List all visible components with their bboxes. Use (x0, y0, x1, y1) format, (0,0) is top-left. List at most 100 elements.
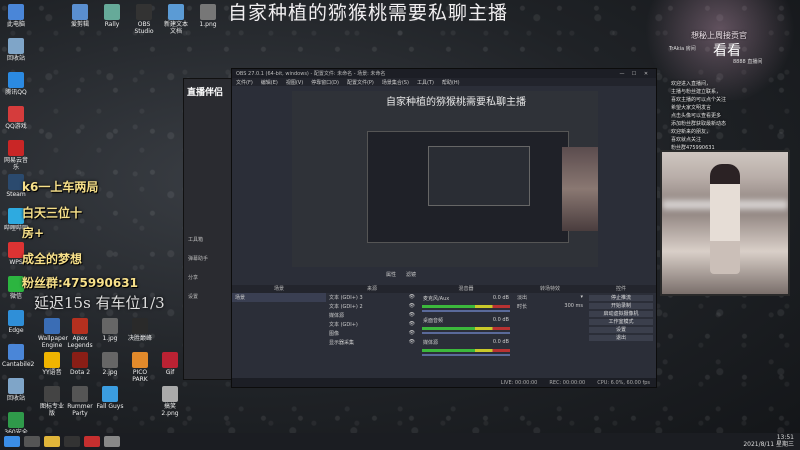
live-app-item[interactable]: 弹幕助手 (184, 253, 232, 264)
desktop-icon[interactable]: YY语音 (38, 352, 66, 376)
desktop-icon[interactable]: PICO PARK (126, 352, 154, 383)
system-tray-clock[interactable]: 13:51 2021/8/11 星期三 (743, 434, 794, 448)
source-item[interactable]: 显示器采集 👁 (326, 338, 418, 347)
taskbar-obs-icon[interactable] (64, 436, 80, 447)
taskbar[interactable]: 13:51 2021/8/11 星期三 (0, 433, 800, 450)
eye-icon[interactable]: 👁 (409, 312, 415, 319)
desktop-icon[interactable]: 新建文本文档 (162, 4, 190, 35)
mixer-dock[interactable]: 麦克风/Aux 0.0 dB 桌面音频 0.0 dB 媒体源 0.0 dB (418, 293, 515, 373)
desktop-icon[interactable]: Fall Guys (96, 386, 124, 410)
live-app-item[interactable]: 工具箱 (184, 234, 232, 245)
desktop-icon[interactable]: 回收站 (2, 378, 30, 402)
window-controls[interactable]: — ☐ ✕ (616, 71, 652, 77)
control-button[interactable]: 退出 (589, 335, 653, 341)
properties-button[interactable]: 属性 (386, 271, 396, 278)
desktop-icon[interactable]: Dota 2 (66, 352, 94, 376)
desktop-icon[interactable]: 网易云音乐 (2, 140, 30, 171)
volume-slider[interactable] (422, 310, 510, 312)
controls-dock[interactable]: 停止推流开始录制启动虚拟摄像机 工作室模式设置退出 (586, 293, 656, 373)
app-icon (72, 318, 88, 334)
source-item[interactable]: 图像 👁 (326, 329, 418, 338)
transitions-dock[interactable]: 淡出 ▾ 时长 300 ms (514, 293, 587, 373)
obs-menu-item[interactable]: 工具(T) (417, 79, 434, 86)
desktop-icon[interactable]: Apex Legends (66, 318, 94, 349)
eye-icon[interactable]: 👁 (409, 303, 415, 310)
live-app-item[interactable]: 设置 (184, 291, 232, 302)
control-button[interactable]: 启动虚拟摄像机 (589, 311, 653, 317)
desktop-icon[interactable]: QQ游戏 (2, 106, 30, 130)
taskbar-live-icon[interactable] (84, 436, 100, 447)
app-icon (8, 344, 24, 360)
desktop-icon[interactable]: 腾讯QQ (2, 72, 30, 96)
desktop-icon[interactable]: 此电脑 (2, 4, 30, 28)
source-item[interactable]: 媒体源 👁 (326, 311, 418, 320)
close-icon[interactable]: ✕ (640, 71, 652, 77)
transition-type[interactable]: 淡出 ▾ (514, 293, 586, 302)
desktop-icon[interactable]: 搞笑2.png (156, 386, 184, 417)
control-button[interactable]: 停止推流 (589, 295, 653, 301)
desktop-icon[interactable]: Cantabile2 (2, 344, 34, 368)
desktop-icon[interactable]: OBS Studio (130, 4, 158, 35)
obs-window[interactable]: OBS 27.0.1 (64-bit, windows) - 配置文件: 未命名… (231, 68, 657, 388)
volume-slider[interactable] (422, 354, 510, 356)
desktop-icon[interactable]: Rally (98, 4, 126, 28)
desktop-icon[interactable]: 回收站 (2, 38, 30, 62)
desktop-icon-label: QQ游戏 (5, 123, 27, 130)
desktop-icon[interactable]: 爱剪辑 (66, 4, 94, 28)
desktop-icon-label: Rally (104, 21, 120, 28)
source-item[interactable]: 文本 (GDI+) 3 👁 (326, 293, 418, 302)
live-companion-window[interactable]: 直播伴侣 工具箱 弹幕助手 分享 设置 (183, 78, 233, 380)
live-app-item[interactable]: 分享 (184, 272, 232, 283)
control-button[interactable]: 设置 (589, 327, 653, 333)
desktop-icon[interactable]: 1.jpg (96, 318, 124, 342)
obs-menu-item[interactable]: 配置文件(P) (347, 79, 374, 86)
eye-icon[interactable]: 👁 (409, 339, 415, 346)
obs-menu-item[interactable]: 场景集合(S) (382, 79, 409, 86)
app-icon (44, 386, 60, 402)
eye-icon[interactable]: 👁 (409, 321, 415, 328)
desktop-icon[interactable]: Wallpaper Engine (38, 318, 68, 349)
taskbar-start-icon[interactable] (4, 436, 20, 447)
desktop-icon[interactable]: 图标专业版 (38, 386, 66, 417)
desktop-icon[interactable]: 决胜巅峰 (126, 318, 154, 342)
mixer-channel-name: 麦克风/Aux (423, 296, 450, 302)
source-label: 文本 (GDI+) (329, 322, 358, 328)
mixer-channel[interactable]: 麦克风/Aux 0.0 dB (418, 293, 514, 315)
obs-menubar[interactable]: 文件(F) 编辑(E) 视图(V) 停靠窗口(D) 配置文件(P) 场景集合(S) 工具(T… (232, 78, 656, 86)
obs-menu-item[interactable]: 编辑(E) (261, 79, 278, 86)
mixer-channel[interactable]: 桌面音频 0.0 dB (418, 315, 514, 337)
desktop-icon-label: Gif (165, 369, 175, 376)
preview-toolbar[interactable]: 属性 滤镜 (292, 269, 692, 279)
obs-menu-item[interactable]: 停靠窗口(D) (311, 79, 339, 86)
taskbar-explorer-icon[interactable] (44, 436, 60, 447)
filters-button[interactable]: 滤镜 (406, 271, 416, 278)
minimize-icon[interactable]: — (616, 71, 628, 77)
transition-duration[interactable]: 时长 300 ms (514, 302, 586, 311)
chat-line: 添加粉丝群获取最新动态 (671, 121, 727, 127)
obs-preview[interactable]: 自家种植的猕猴桃需要私聊主播 (292, 91, 598, 267)
desktop-icon[interactable]: Rummer Party (66, 386, 94, 417)
desktop-icon[interactable]: 2.jpg (96, 352, 124, 376)
scenes-dock[interactable]: 场景 (232, 293, 327, 373)
taskbar-search-icon[interactable] (24, 436, 40, 447)
sources-dock[interactable]: 文本 (GDI+) 3 👁 文本 (GDI+) 2 👁 媒体源 👁 文本 (GDI+) 👁 图像… (326, 293, 419, 373)
desktop-icon[interactable]: Gif (156, 352, 184, 376)
obs-titlebar[interactable]: OBS 27.0.1 (64-bit, windows) - 配置文件: 未命名… (232, 69, 656, 78)
transitions-header: 转场特效 (539, 286, 560, 292)
volume-slider[interactable] (422, 332, 510, 334)
scene-item[interactable]: 场景 (232, 293, 326, 302)
source-item[interactable]: 文本 (GDI+) 2 👁 (326, 302, 418, 311)
maximize-icon[interactable]: ☐ (628, 71, 640, 77)
desktop-icon[interactable]: 1.png (194, 4, 222, 28)
desktop-icon[interactable]: Edge (2, 310, 30, 334)
eye-icon[interactable]: 👁 (409, 330, 415, 337)
taskbar-chrome-icon[interactable] (104, 436, 120, 447)
obs-menu-item[interactable]: 文件(F) (236, 79, 253, 86)
obs-menu-item[interactable]: 视图(V) (286, 79, 303, 86)
control-button[interactable]: 工作室模式 (589, 319, 653, 325)
source-item[interactable]: 文本 (GDI+) 👁 (326, 320, 418, 329)
obs-menu-item[interactable]: 帮助(H) (442, 79, 460, 86)
control-button[interactable]: 开始录制 (589, 303, 653, 309)
eye-icon[interactable]: 👁 (409, 294, 415, 301)
mixer-channel[interactable]: 媒体源 0.0 dB (418, 337, 514, 359)
